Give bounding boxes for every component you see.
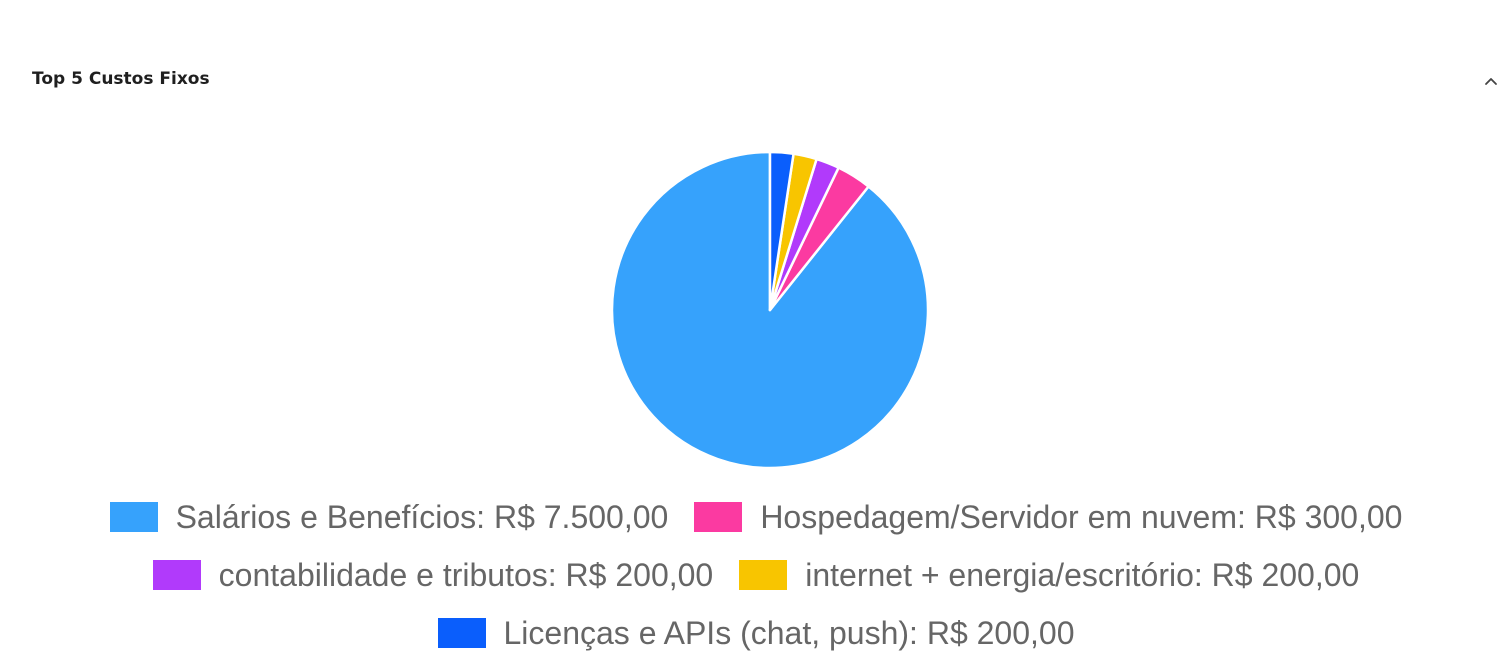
legend-row: contabilidade e tributos: R$ 200,00 inte… xyxy=(0,546,1512,604)
legend-swatch xyxy=(694,502,743,532)
legend-item-internet[interactable]: internet + energia/escritório: R$ 200,00 xyxy=(739,557,1359,594)
legend-label: internet + energia/escritório: R$ 200,00 xyxy=(805,556,1360,593)
chart-legend: Salários e Benefícios: R$ 7.500,00 Hospe… xyxy=(0,488,1512,662)
legend-label: Hospedagem/Servidor em nuvem: R$ 300,00 xyxy=(760,498,1403,535)
panel-header: Top 5 Custos Fixos xyxy=(0,0,1512,120)
legend-label: Licenças e APIs (chat, push): R$ 200,00 xyxy=(503,614,1075,651)
chevron-up-icon xyxy=(1485,78,1497,85)
legend-item-hospedagem[interactable]: Hospedagem/Servidor em nuvem: R$ 300,00 xyxy=(694,499,1402,536)
legend-swatch xyxy=(437,618,486,648)
legend-swatch xyxy=(109,502,158,532)
panel-title: Top 5 Custos Fixos xyxy=(32,69,210,89)
legend-label: Salários e Benefícios: R$ 7.500,00 xyxy=(175,498,669,535)
legend-swatch xyxy=(152,560,201,590)
legend-row: Licenças e APIs (chat, push): R$ 200,00 xyxy=(0,604,1512,662)
collapse-toggle-button[interactable] xyxy=(1478,68,1504,94)
legend-swatch xyxy=(739,560,788,590)
legend-row: Salários e Benefícios: R$ 7.500,00 Hospe… xyxy=(0,488,1512,546)
legend-item-licencas[interactable]: Licenças e APIs (chat, push): R$ 200,00 xyxy=(437,614,1075,652)
pie-chart xyxy=(610,150,930,470)
legend-item-contabilidade[interactable]: contabilidade e tributos: R$ 200,00 xyxy=(152,556,714,594)
legend-label: contabilidade e tributos: R$ 200,00 xyxy=(218,556,714,593)
legend-item-salarios[interactable]: Salários e Benefícios: R$ 7.500,00 xyxy=(109,498,669,536)
